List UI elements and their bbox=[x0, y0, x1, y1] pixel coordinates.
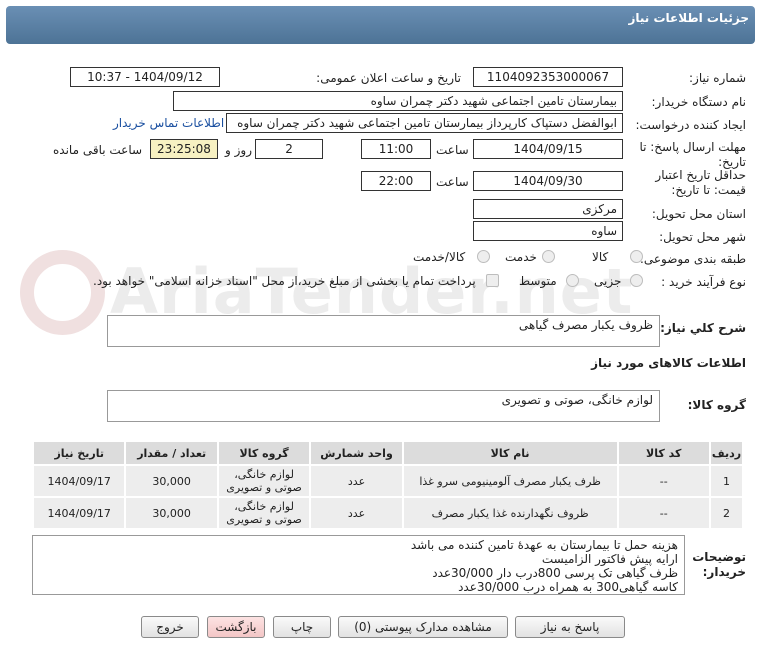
creator-label: ایجاد کننده درخواست: bbox=[635, 118, 746, 132]
city-field: ساوه bbox=[473, 221, 623, 241]
cell-row: 2 bbox=[710, 498, 742, 528]
need-number-field: 1104092353000067 bbox=[473, 67, 623, 87]
cell-row: 1 bbox=[710, 466, 742, 496]
deadline-label: مهلت ارسال پاسخ: تا تاریخ: bbox=[639, 140, 746, 169]
print-button[interactable]: چاپ bbox=[273, 616, 331, 638]
buyer-contact-link[interactable]: اطلاعات تماس خریدار bbox=[113, 116, 224, 130]
process-medium-radio[interactable] bbox=[566, 274, 579, 287]
validity-time-field: 22:00 bbox=[361, 171, 431, 191]
notes-line: کاسه گیاهی300 به همراه درب 30/000عدد bbox=[458, 580, 678, 594]
deadline-time-label: ساعت bbox=[436, 143, 469, 157]
summary-label: شرح کلي نياز: bbox=[660, 321, 746, 335]
category-both-radio[interactable] bbox=[477, 250, 490, 263]
remaining-label: ساعت باقی مانده bbox=[53, 143, 143, 157]
col-row: ردیف bbox=[710, 442, 742, 464]
treasury-checkbox[interactable] bbox=[486, 274, 499, 287]
province-field: مرکزی bbox=[473, 199, 623, 219]
cell-date: 1404/09/17 bbox=[34, 466, 125, 496]
col-unit: واحد شمارش bbox=[311, 442, 402, 464]
validity-date-field: 1404/09/30 bbox=[473, 171, 623, 191]
cell-code: -- bbox=[618, 498, 709, 528]
cell-unit: عدد bbox=[311, 466, 402, 496]
announce-field: 1404/09/12 - 10:37 bbox=[70, 67, 220, 87]
notes-line: ارایه پیش فاکتور الزامیست bbox=[541, 552, 678, 566]
cell-qty: 30,000 bbox=[126, 466, 217, 496]
category-label: طبقه بندی موضوعی: bbox=[639, 252, 746, 266]
category-goods-label: کالا bbox=[592, 250, 609, 264]
notes-label: توضیحات خریدار: bbox=[692, 550, 746, 579]
goods-group-field: لوازم خانگی، صوتی و تصویری bbox=[107, 390, 660, 422]
buyer-field: بیمارستان تامین اجتماعی شهید دکتر چمران … bbox=[173, 91, 623, 111]
city-label: شهر محل تحویل: bbox=[659, 230, 746, 244]
table-row: 1 -- ظرف یکبار مصرف آلومینیومی سرو غذا ع… bbox=[34, 466, 742, 496]
table-row: 2 -- ظروف نگهدارنده غذا یکبار مصرف عدد ل… bbox=[34, 498, 742, 528]
process-minor-label: جزیی bbox=[594, 274, 622, 288]
treasury-text: پرداخت تمام یا بخشی از مبلغ خرید،از محل … bbox=[93, 274, 476, 288]
cell-date: 1404/09/17 bbox=[34, 498, 125, 528]
cell-name: ظروف نگهدارنده غذا یکبار مصرف bbox=[403, 498, 617, 528]
deadline-date-field: 1404/09/15 bbox=[473, 139, 623, 159]
col-qty: تعداد / مقدار bbox=[126, 442, 217, 464]
watermark-logo bbox=[20, 250, 105, 335]
category-service-label: خدمت bbox=[505, 250, 537, 264]
goods-table: ردیف کد کالا نام کالا واحد شمارش گروه کا… bbox=[32, 440, 744, 530]
exit-button[interactable]: خروج bbox=[141, 616, 199, 638]
process-minor-radio[interactable] bbox=[630, 274, 643, 287]
col-date: تاریخ نیاز bbox=[34, 442, 125, 464]
view-attachments-button[interactable]: مشاهده مدارک پیوستی (0) bbox=[338, 616, 508, 638]
goods-info-title: اطلاعات کالاهای مورد نیاز bbox=[591, 356, 746, 370]
remaining-time-field: 23:25:08 bbox=[150, 139, 218, 159]
need-number-label: شماره نیاز: bbox=[689, 71, 746, 85]
cell-group: لوازم خانگی، صوتی و تصویری bbox=[218, 498, 310, 528]
cell-code: -- bbox=[618, 466, 709, 496]
back-button[interactable]: بازگشت bbox=[207, 616, 265, 638]
page-title: جزئیات اطلاعات نیاز bbox=[628, 11, 749, 25]
notes-line: هزینه حمل تا بیمارستان به عهدهٔ تامین کن… bbox=[410, 538, 678, 552]
category-goods-radio[interactable] bbox=[630, 250, 643, 263]
category-both-label: کالا/خدمت bbox=[413, 250, 466, 264]
col-code: کد کالا bbox=[618, 442, 709, 464]
summary-field: ظروف یکبار مصرف گیاهی bbox=[107, 315, 660, 347]
deadline-time-field: 11:00 bbox=[361, 139, 431, 159]
creator-field: ابوالفضل دستپاک کارپرداز بیمارستان تامین… bbox=[226, 113, 623, 133]
days-label: روز و bbox=[225, 143, 252, 157]
category-service-radio[interactable] bbox=[542, 250, 555, 263]
cell-group: لوازم خانگی، صوتی و تصویری bbox=[218, 466, 310, 496]
validity-time-label: ساعت bbox=[436, 175, 469, 189]
days-field: 2 bbox=[255, 139, 323, 159]
notes-field: هزینه حمل تا بیمارستان به عهدهٔ تامین کن… bbox=[32, 535, 685, 595]
col-group: گروه کالا bbox=[218, 442, 310, 464]
col-name: نام کالا bbox=[403, 442, 617, 464]
buyer-label: نام دستگاه خریدار: bbox=[651, 95, 747, 109]
reply-button[interactable]: پاسخ به نیاز bbox=[515, 616, 625, 638]
goods-group-label: گروه کالا: bbox=[687, 398, 746, 412]
process-medium-label: متوسط bbox=[519, 274, 557, 288]
validity-label: حداقل تاریخ اعتبار قیمت: تا تاریخ: bbox=[655, 168, 746, 197]
cell-qty: 30,000 bbox=[126, 498, 217, 528]
notes-line: ظرف گیاهی تک پرسی 800درب دار 30/000عدد bbox=[432, 566, 678, 580]
cell-unit: عدد bbox=[311, 498, 402, 528]
cell-name: ظرف یکبار مصرف آلومینیومی سرو غذا bbox=[403, 466, 617, 496]
province-label: استان محل تحویل: bbox=[651, 207, 746, 221]
announce-label: تاریخ و ساعت اعلان عمومی: bbox=[316, 71, 461, 85]
process-label: نوع فرآیند خرید : bbox=[661, 275, 746, 289]
